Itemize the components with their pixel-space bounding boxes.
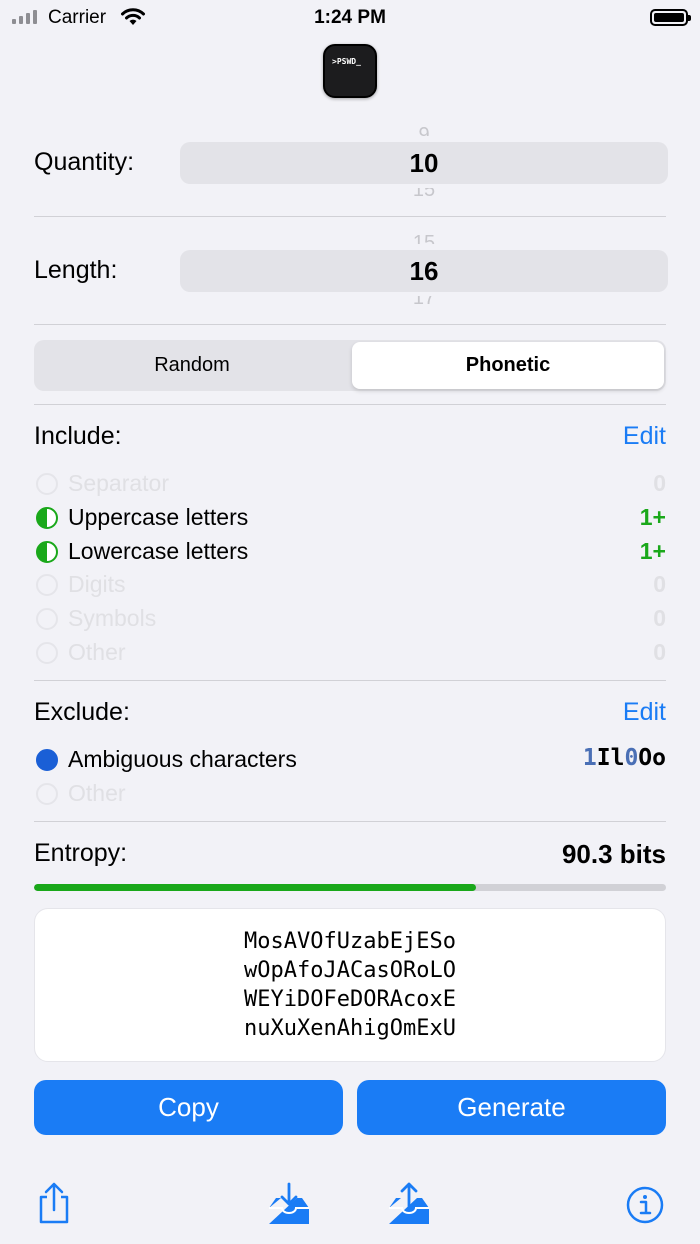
quantity-prev-value: 9 xyxy=(418,124,430,136)
radio-empty-icon xyxy=(36,642,58,664)
password-line: nuXuXenAhigOmExU xyxy=(244,1016,456,1041)
entropy-bar-fill xyxy=(34,884,477,891)
password-line: wOpAfoJACasORoLO xyxy=(244,958,456,983)
option-label: Lowercase letters xyxy=(68,538,249,564)
app-icon: >PSWD_ xyxy=(323,44,377,98)
include-option-lowercase[interactable]: Lowercase letters 1+ xyxy=(34,537,666,567)
quantity-label: Quantity: xyxy=(34,148,135,176)
exclude-title: Exclude: xyxy=(34,698,130,726)
password-line: WEYiDOFeDORAcoxE xyxy=(244,987,456,1012)
option-label: Symbols xyxy=(68,605,157,631)
radio-empty-icon xyxy=(36,574,58,596)
share-icon[interactable] xyxy=(31,1180,77,1226)
option-count: 0 xyxy=(653,639,666,665)
radio-half-icon xyxy=(36,507,58,529)
ambiguous-sample-letters: Il xyxy=(596,745,625,771)
include-option-other[interactable]: Other 0 xyxy=(34,638,666,668)
mode-segmented-control: Random Phonetic xyxy=(34,340,666,391)
info-icon[interactable] xyxy=(622,1180,668,1226)
copy-button[interactable]: Copy xyxy=(34,1080,343,1135)
radio-half-icon xyxy=(36,541,58,563)
option-count: 0 xyxy=(653,571,666,597)
exclude-option-other[interactable]: Other xyxy=(34,779,666,809)
entropy-bar xyxy=(34,884,666,891)
include-option-digits[interactable]: Digits 0 xyxy=(34,570,666,600)
length-value: 16 xyxy=(409,256,439,286)
length-label: Length: xyxy=(34,256,118,284)
password-line: MosAVOfUzabEjESo xyxy=(244,929,456,954)
battery-icon xyxy=(650,9,691,26)
option-label: Ambiguous characters xyxy=(68,746,297,772)
include-option-symbols[interactable]: Symbols 0 xyxy=(34,604,666,634)
download-tray-icon[interactable] xyxy=(266,1180,312,1226)
include-title: Include: xyxy=(34,422,122,450)
divider xyxy=(34,404,666,405)
app-icon-text: >PSWD_ xyxy=(332,57,361,66)
include-option-uppercase[interactable]: Uppercase letters 1+ xyxy=(34,503,666,533)
option-count: 0 xyxy=(653,470,666,496)
generate-button[interactable]: Generate xyxy=(357,1080,666,1135)
option-label: Other xyxy=(68,780,126,806)
divider xyxy=(34,821,666,822)
status-bar: Carrier 1:24 PM xyxy=(0,0,700,36)
exclude-edit-button[interactable]: Edit xyxy=(566,698,666,727)
ambiguous-sample-letters-o: Oo xyxy=(638,745,666,771)
divider xyxy=(34,680,666,681)
option-count: 1+ xyxy=(639,538,666,564)
segment-phonetic[interactable]: Phonetic xyxy=(352,342,664,389)
include-option-separator[interactable]: Separator 0 xyxy=(34,469,666,499)
length-prev-value: 15 xyxy=(412,232,436,244)
option-count: 1+ xyxy=(639,504,666,530)
option-label: Digits xyxy=(68,571,126,597)
segment-random[interactable]: Random xyxy=(36,342,348,389)
ambiguous-sample-digit-zero: 0 xyxy=(624,745,639,771)
radio-empty-icon xyxy=(36,783,58,805)
option-count: 0 xyxy=(653,605,666,631)
divider xyxy=(34,324,666,325)
radio-empty-icon xyxy=(36,608,58,630)
radio-filled-icon xyxy=(36,749,58,771)
quantity-value: 10 xyxy=(409,148,439,178)
length-next-value: 17 xyxy=(412,296,436,308)
divider xyxy=(34,216,666,217)
ambiguous-sample: 1Il0Oo xyxy=(583,745,666,771)
clock: 1:24 PM xyxy=(314,7,386,28)
password-output[interactable]: MosAVOfUzabEjESo wOpAfoJACasORoLO WEYiDO… xyxy=(34,908,666,1062)
entropy-label: Entropy: xyxy=(34,839,128,867)
entropy-value: 90.3 bits xyxy=(561,839,666,869)
exclude-option-ambiguous[interactable]: Ambiguous characters 1Il0Oo xyxy=(34,745,666,775)
quantity-next-value: 15 xyxy=(412,188,436,200)
radio-empty-icon xyxy=(36,473,58,495)
option-label: Other xyxy=(68,639,126,665)
option-label: Uppercase letters xyxy=(68,504,249,530)
include-edit-button[interactable]: Edit xyxy=(566,422,666,451)
upload-tray-icon[interactable] xyxy=(386,1180,432,1226)
option-label: Separator xyxy=(68,470,170,496)
ambiguous-sample-digit-one: 1 xyxy=(582,745,597,771)
